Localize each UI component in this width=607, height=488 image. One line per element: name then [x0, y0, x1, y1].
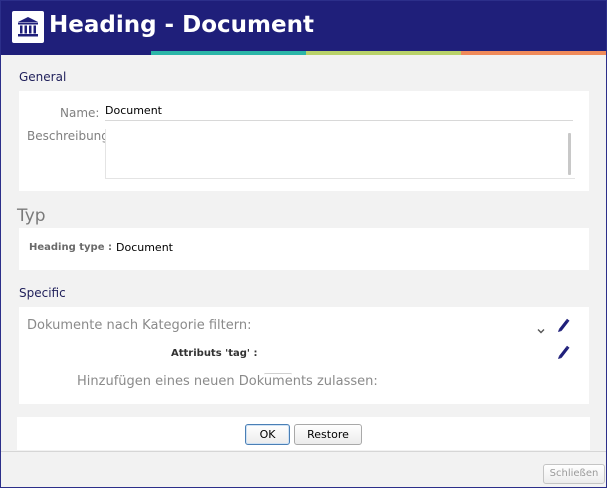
attribute-tag-label: Attributs 'tag' :	[171, 348, 258, 359]
chevron-down-icon[interactable]	[536, 321, 546, 340]
category-filter-label: Dokumente nach Kategorie filtern:	[27, 318, 252, 333]
typ-heading: Typ	[17, 206, 46, 226]
name-label: Name:	[60, 106, 100, 120]
restore-button[interactable]: Restore	[294, 424, 362, 445]
general-panel: Name: Document Beschreibung:	[19, 91, 589, 191]
close-button[interactable]: Schließen	[543, 464, 605, 484]
heading-type-value: Document	[116, 241, 173, 254]
name-field-underline	[105, 120, 573, 121]
description-field[interactable]	[105, 129, 575, 179]
name-field[interactable]: Document	[105, 104, 162, 117]
pencil-icon[interactable]	[556, 344, 570, 364]
allow-new-document-toggle[interactable]	[264, 373, 292, 376]
allow-new-document-label: Hinzufügen eines neuen Dokuments zulasse…	[77, 374, 378, 389]
specific-section-label: Specific	[19, 286, 66, 300]
title-accent-stripe	[1, 51, 606, 55]
typ-panel: Heading type : Document	[19, 228, 589, 270]
building-columns-icon	[12, 11, 44, 43]
specific-panel: Dokumente nach Kategorie filtern: Attrib…	[19, 307, 589, 404]
description-scrollbar[interactable]	[568, 133, 571, 175]
footer-bar: Schließen	[1, 451, 606, 487]
button-row: OK Restore	[17, 417, 590, 450]
pencil-icon[interactable]	[556, 317, 570, 337]
title-bar: Heading - Document	[1, 1, 606, 51]
ok-button[interactable]: OK	[245, 424, 290, 445]
general-section-label: General	[19, 70, 67, 84]
window-title: Heading - Document	[49, 12, 314, 38]
heading-type-label: Heading type :	[29, 242, 112, 253]
dialog-window: Heading - Document General Name: Documen…	[0, 0, 607, 488]
description-label: Beschreibung:	[27, 129, 113, 143]
